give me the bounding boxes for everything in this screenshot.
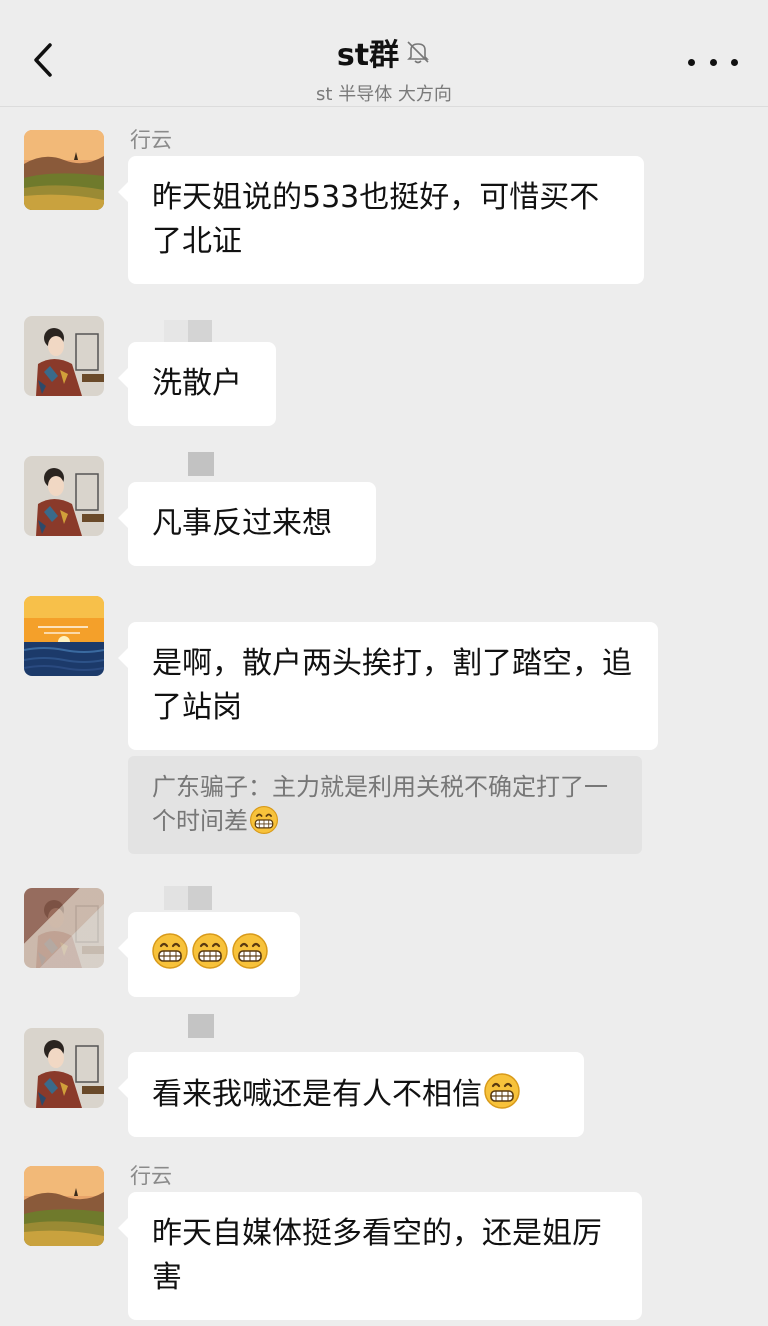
lady-portrait-avatar[interactable]	[24, 316, 104, 396]
message-bubble[interactable]: 凡事反过来想	[118, 482, 376, 566]
message-bubble[interactable]: 洗散户	[118, 342, 276, 426]
grin-emoji-icon	[151, 932, 189, 970]
landscape-avatar[interactable]	[24, 1166, 104, 1246]
quoted-text: 广东骗子：主力就是利用关税不确定打了一个时间差	[152, 773, 608, 835]
grin-emoji-icon	[231, 932, 269, 970]
message-bubble[interactable]: 昨天姐说的533也挺好，可惜买不了北证	[118, 156, 644, 284]
grin-emoji-icon	[249, 805, 279, 835]
sender-name: 行云	[130, 128, 172, 152]
lady-portrait-avatar[interactable]	[24, 888, 104, 968]
message-bubble[interactable]: 昨天自媒体挺多看空的，还是姐厉害	[118, 1192, 642, 1320]
grin-emoji-icon	[191, 932, 229, 970]
grin-emoji-icon	[483, 1072, 521, 1110]
quoted-message[interactable]: 广东骗子：主力就是利用关税不确定打了一个时间差	[128, 756, 642, 854]
message-bubble[interactable]: 看来我喊还是有人不相信	[118, 1052, 584, 1137]
sunset-sea-avatar[interactable]	[24, 596, 104, 676]
message-bubble[interactable]: 是啊，散户两头挨打，割了踏空，追了站岗	[118, 622, 658, 750]
chat-title: st群	[336, 38, 400, 73]
chat-header: st群 st 半导体 大方向	[0, 0, 768, 107]
chat-subtitle: st 半导体 大方向	[316, 84, 452, 105]
bell-off-icon	[405, 39, 431, 65]
sender-name: 行云	[130, 1164, 172, 1188]
lady-portrait-avatar[interactable]	[24, 1028, 104, 1108]
landscape-avatar[interactable]	[24, 130, 104, 210]
message-text: 看来我喊还是有人不相信	[152, 1077, 482, 1112]
message-bubble[interactable]	[118, 912, 300, 997]
more-options-button[interactable]	[688, 48, 738, 76]
lady-portrait-avatar[interactable]	[24, 456, 104, 536]
more-dots-icon	[688, 58, 695, 66]
